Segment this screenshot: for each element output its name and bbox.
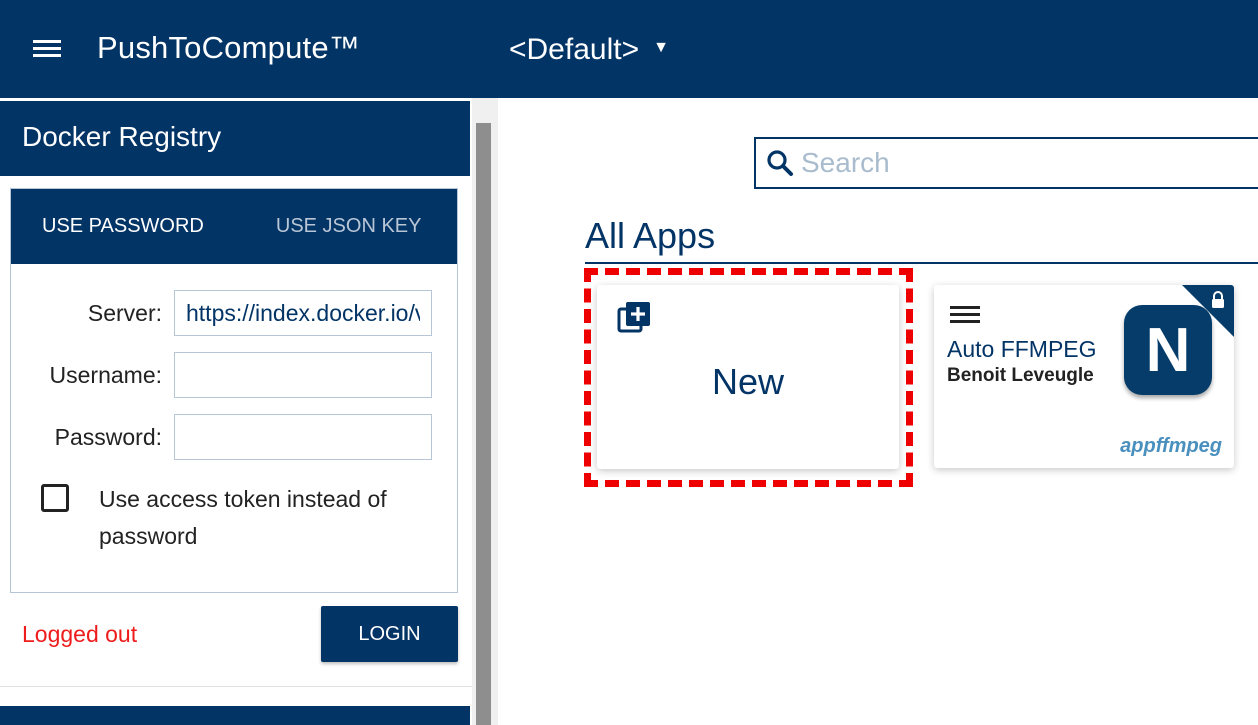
app-card[interactable]: Auto FFMPEG Benoit Leveugle N appffmpeg [934,285,1234,468]
server-label: Server: [87,299,162,326]
caret-down-icon: ▼ [653,39,669,56]
server-input[interactable] [174,290,432,336]
lock-badge [1182,285,1234,337]
project-selector-label: <Default> [509,33,640,66]
app-menu-icon[interactable] [950,306,980,328]
password-label: Password: [54,423,162,450]
login-status: Logged out [22,621,138,647]
search-icon [765,148,795,178]
project-selector[interactable]: <Default> ▼ [509,33,669,67]
username-input[interactable] [174,352,432,398]
login-button[interactable]: LOGIN [321,606,458,662]
add-box-icon [617,301,651,335]
new-card-label: New [711,361,785,402]
username-label: Username: [49,361,162,388]
app-author: Benoit Leveugle [947,365,1094,386]
sidebar-content: Docker Registry USE PASSWORD USE JSON KE… [0,98,472,725]
new-app-card[interactable]: New [597,285,899,469]
docker-registry-header: Docker Registry [0,101,470,176]
tab-use-password[interactable]: USE PASSWORD [42,215,204,238]
search-box [754,137,1258,189]
access-token-checkbox-label: Use access token instead of password [99,486,387,549]
search-input[interactable] [801,147,1251,179]
next-panel-header[interactable] [0,706,470,725]
section-title: All Apps [585,215,716,256]
app-name: Auto FFMPEG [947,336,1097,362]
section-divider [585,262,1258,264]
access-token-checkbox[interactable] [41,484,69,512]
lock-icon [1210,291,1226,309]
tab-use-json-key[interactable]: USE JSON KEY [276,215,422,238]
menu-icon[interactable] [33,38,63,60]
app-title: PushToCompute™ [97,30,360,65]
credential-tabs: USE PASSWORD USE JSON KEY [11,189,457,264]
credentials-panel: USE PASSWORD USE JSON KEY Server: Userna… [10,188,458,593]
sidebar-scrollbar[interactable] [476,123,491,725]
top-app-bar: PushToCompute™ <Default> ▼ [0,0,1258,98]
password-row: Password: [11,414,432,460]
server-row: Server: [11,290,432,336]
sidebar-divider [0,686,472,687]
password-input[interactable] [174,414,432,460]
username-row: Username: [11,352,432,398]
app-id: appffmpeg [1120,435,1222,457]
sidebar: Docker Registry USE PASSWORD USE JSON KE… [0,98,498,725]
